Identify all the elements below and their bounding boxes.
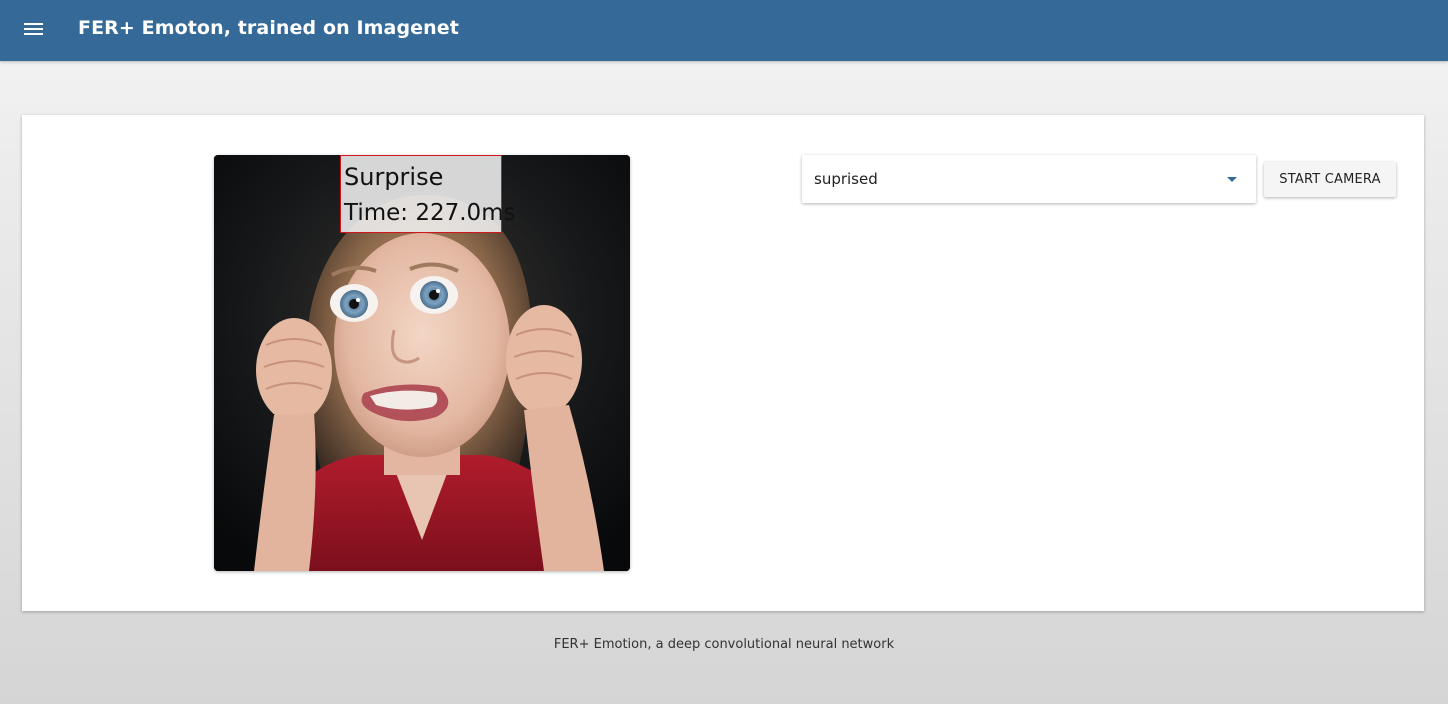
start-camera-button[interactable]: START CAMERA (1264, 162, 1396, 197)
select-value: suprised (814, 170, 878, 188)
footer-text: FER+ Emotion, a deep convolutional neura… (553, 637, 895, 652)
prediction-box: Surprise Time: 227.0ms (340, 155, 516, 233)
dropdown-arrow-icon (1227, 177, 1237, 182)
prediction-time: Time: 227.0ms (344, 200, 516, 226)
input-image: Surprise Time: 227.0ms (214, 155, 630, 571)
app-title: FER+ Emoton, trained on Imagenet (78, 17, 459, 39)
prediction-label: Surprise (344, 163, 444, 191)
main-card: Surprise Time: 227.0ms suprised START CA… (22, 115, 1424, 611)
example-image-select[interactable]: suprised (802, 155, 1256, 203)
hamburger-menu-icon[interactable] (24, 22, 43, 38)
app-header: FER+ Emoton, trained on Imagenet (0, 0, 1448, 61)
